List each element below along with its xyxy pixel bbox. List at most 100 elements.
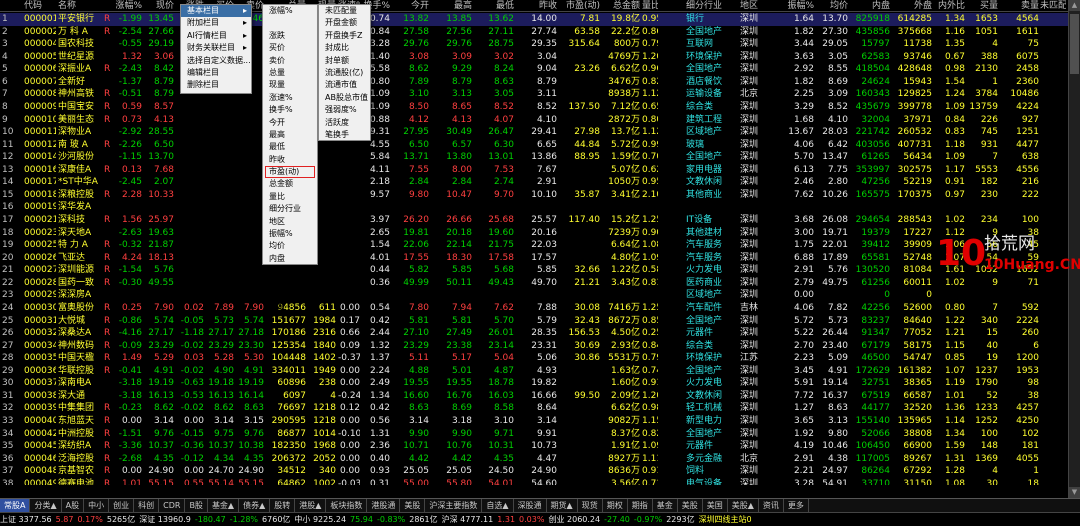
table-row[interactable]: 30 000037 深南电A -3.18 19.19 -0.63 19.18 19.19 608…	[0, 377, 1068, 390]
table-row[interactable]: 17 000021 深科技 R 1.56 25.97 3.97 26.20 26.66 25.68…	[0, 214, 1068, 227]
column-menu-item[interactable]: 开盘金额	[319, 17, 370, 29]
market-tab[interactable]: 更多	[784, 499, 809, 512]
market-tab[interactable]: 创业	[109, 499, 135, 512]
header-cell[interactable]: 内盘	[850, 0, 890, 12]
market-tab[interactable]: 自选▲	[482, 499, 514, 512]
column-menu-item[interactable]: 昨收	[263, 154, 317, 166]
column-menu-item[interactable]: 地区	[263, 216, 317, 228]
column-menu-item[interactable]: 流通股(亿)	[319, 67, 370, 79]
header-cell[interactable]: 最高	[432, 0, 472, 12]
table-row[interactable]: 33 000040 东旭蓝天 R 0.00 3.14 0.00 3.14 3.15 290595 1…	[0, 415, 1068, 428]
column-menu-item[interactable]: 封单额	[319, 55, 370, 67]
column-menu-item[interactable]: 内盘	[263, 253, 317, 265]
table-row[interactable]: 1000001平安银行R-1.9913.45-0.2813.4513.46-0.…	[0, 13, 1068, 26]
column-menu-item[interactable]: 市盈(动)	[265, 166, 315, 179]
column-menu-item[interactable]: 流通市值	[319, 79, 370, 91]
column-menu-item[interactable]	[263, 17, 317, 29]
table-row[interactable]: 35 000045 深纺织A R -3.36 10.37 -0.36 10.37 10.38 18…	[0, 440, 1068, 453]
column-menu-item[interactable]: 现量	[263, 79, 317, 91]
market-tab[interactable]: 期权	[603, 499, 628, 512]
column-menu-item[interactable]: 涨速%	[263, 92, 317, 104]
header-cell[interactable]: 细分行业	[686, 0, 726, 12]
table-row[interactable]: 27 000034 神州数码 R -0.09 23.29 -0.02 23.29 23.30 12…	[0, 340, 1068, 353]
menu-item[interactable]: 选择自定义数据...	[181, 55, 251, 67]
table-row[interactable]: 28 000035 中国天楹 R 1.49 5.29 0.03 5.28 5.30 104448 1…	[0, 352, 1068, 365]
table-row[interactable]: 11 000012 南 玻 A R -2.26 6.50 4.55 6.50 6.57 6.30 6…	[0, 139, 1068, 152]
market-tab[interactable]: 期货▲	[547, 499, 578, 512]
header-cell[interactable]: 量比	[642, 0, 658, 12]
column-menu-item[interactable]: 内外比	[263, 278, 317, 290]
market-tab[interactable]: 美股▲	[728, 499, 759, 512]
header-cell[interactable]: 涨幅%	[112, 0, 142, 12]
table-row[interactable]: 4 000005 世纪星源 1.32 3.06 1.40 3.08 3.09 3.02 3.04 4…	[0, 51, 1068, 64]
market-tab[interactable]: 基金▲	[208, 499, 240, 512]
column-menu-item[interactable]: 开盘换手Z	[319, 30, 370, 42]
table-row[interactable]: 2 000002 万 科 A R -2.54 27.66 0.84 27.58 27.56 27.…	[0, 26, 1068, 39]
header-cell[interactable]: 最低	[474, 0, 514, 12]
column-menu-item[interactable]: 总量	[263, 67, 317, 79]
market-tab[interactable]: 港股▲	[295, 499, 327, 512]
column-menu-item[interactable]: 卖价	[263, 55, 317, 67]
menu-item[interactable]: 删除栏目	[181, 79, 251, 91]
table-row[interactable]: 36 000046 泛海控股 R -2.68 4.35 -0.12 4.34 4.35 20637…	[0, 453, 1068, 466]
table-row[interactable]: 5 000006 深振业A R -2.43 8.42 5.58 8.62 9.29 8.24 9.0…	[0, 63, 1068, 76]
column-menu-item[interactable]: 均价	[263, 240, 317, 252]
market-tab[interactable]: CDR	[159, 499, 186, 512]
menu-item[interactable]: AI行情栏目 ▸	[181, 30, 251, 42]
header-cell[interactable]: 买量	[968, 0, 998, 12]
market-tab[interactable]: 现货	[578, 499, 603, 512]
header-cell[interactable]: 昨收	[515, 0, 557, 12]
menu-item[interactable]: 编辑栏目	[181, 67, 251, 79]
table-row[interactable]: 29 000036 华联控股 R -0.41 4.91 -0.02 4.90 4.91 33401…	[0, 365, 1068, 378]
column-menu-item[interactable]: 买量	[263, 290, 317, 302]
market-tab[interactable]: 深股通	[514, 499, 547, 512]
market-tab[interactable]: 科创	[134, 499, 160, 512]
column-menu-item[interactable]: 振幅%	[263, 228, 317, 240]
market-tab[interactable]: 基金	[653, 499, 678, 512]
column-menu-item[interactable]: 今开	[263, 117, 317, 129]
table-row[interactable]: 3 000004 国农科技 -0.55 29.19 3.28 29.76 29.76 28.75…	[0, 38, 1068, 51]
table-row[interactable]: 37 000048 京基智农 R 0.00 24.90 0.00 24.70 24.90 3451…	[0, 465, 1068, 478]
header-cell[interactable]: 市盈(动)	[560, 0, 600, 12]
menu-item[interactable]: 附加栏目 ▸	[181, 17, 251, 29]
column-menu-item[interactable]: 买价	[263, 42, 317, 54]
table-row[interactable]: 26 000032 深桑达A R -4.16 27.17 -1.18 27.17 27.18 17…	[0, 327, 1068, 340]
table-row[interactable]: 31 000038 深大通 -3.18 16.13 -0.53 16.13 16.14 6097…	[0, 390, 1068, 403]
market-tab[interactable]: 美股	[400, 499, 426, 512]
column-menu-item[interactable]: 总金额	[263, 178, 317, 190]
column-menu-item[interactable]: 强弱度%	[319, 104, 370, 116]
table-row[interactable]: 10 000011 深物业A -2.92 28.55 9.31 27.95 30.49 26.4…	[0, 126, 1068, 139]
table-row[interactable]: 12 000014 沙河股份 -1.15 13.70 5.84 13.71 13.80 13.0…	[0, 151, 1068, 164]
header-cell[interactable]: 振幅%	[780, 0, 814, 12]
table-row[interactable]: 16 000019 深华发A	[0, 201, 1068, 214]
column-menu-item[interactable]: 笔换手	[319, 129, 370, 141]
header-cell[interactable]: 未匹配量	[1040, 0, 1066, 12]
table-row[interactable]: 21 000027 深圳能源 R -1.54 5.76 0.44 5.82 5.85 5.68 5.…	[0, 264, 1068, 277]
table-row[interactable]: 15 000018 深粮控股 R 2.28 10.33 9.57 9.80 10.47 9.70 1…	[0, 189, 1068, 202]
column-menu-item[interactable]: 封成比	[319, 42, 370, 54]
market-tab[interactable]: 美国	[703, 499, 728, 512]
market-tab[interactable]: 常股A	[0, 499, 31, 512]
column-menu-item[interactable]: 卖量	[263, 302, 317, 314]
table-row[interactable]: 7 000008 神州高铁 R -0.51 8.79 1.09 3.10 3.13 3.05 3.1…	[0, 88, 1068, 101]
header-cell[interactable]	[2, 0, 22, 12]
market-tab[interactable]: 分类▲	[30, 499, 62, 512]
scrollbar-thumb[interactable]	[1070, 14, 1079, 74]
table-row[interactable]: 22 000028 国药一致 R -0.30 49.55 0.36 49.99 50.11 49.…	[0, 277, 1068, 290]
market-tab[interactable]: 债券▲	[239, 499, 271, 512]
column-menu-item[interactable]: AB股总市值	[319, 92, 370, 104]
column-menu-item[interactable]: 最高	[263, 129, 317, 141]
market-tab[interactable]: 板块指数	[326, 499, 368, 512]
market-tab[interactable]: 股转	[270, 499, 296, 512]
market-tab[interactable]: 期指	[628, 499, 653, 512]
header-cell[interactable]: 外盘	[892, 0, 932, 12]
header-cell[interactable]: 代码	[24, 0, 56, 12]
table-row[interactable]: 24 000030 富奥股份 R 0.25 7.90 0.02 7.89 7.90 94856 61…	[0, 302, 1068, 315]
market-tab[interactable]: 港股通	[367, 499, 401, 512]
column-menu-item[interactable]: 笔换手	[319, 141, 370, 153]
column-menu-item[interactable]: 涨跌	[263, 30, 317, 42]
table-row[interactable]: 25 000031 大悦城 R -0.86 5.74 -0.05 5.73 5.74 151677…	[0, 315, 1068, 328]
table-row[interactable]: 8 000009 中国宝安 R 0.59 8.57 1.09 8.50 8.65 8.52 8.52…	[0, 101, 1068, 114]
header-cell[interactable]: 地区	[740, 0, 770, 12]
column-menu-item[interactable]: 外盘	[263, 265, 317, 277]
